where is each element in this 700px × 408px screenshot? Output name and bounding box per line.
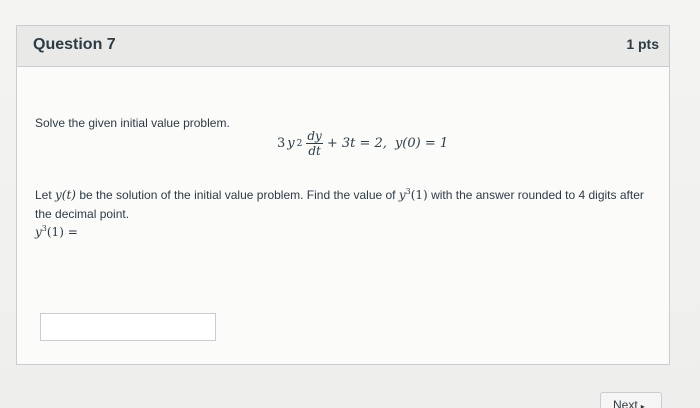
question-body: Solve the given initial value problem. 3… xyxy=(35,116,655,239)
question-instruction: Let y(t) be the solution of the initial … xyxy=(35,182,645,224)
next-button-label: Next xyxy=(613,398,638,408)
question-title: Question 7 xyxy=(33,36,116,53)
answer-label-variable: y xyxy=(35,225,42,239)
instruction-y3-variable: y xyxy=(398,188,406,202)
derivative-fraction: dy dt xyxy=(306,129,323,158)
answer-label: y3(1) = xyxy=(35,224,78,239)
next-button[interactable]: Next ▸ xyxy=(600,392,662,408)
differential-equation: 3y2 dy dt + 3t = 2, y(0) = 1 xyxy=(277,130,448,157)
equation-rest: + 3t = 2, xyxy=(326,136,387,151)
equation-coefficient: 3 xyxy=(277,136,286,151)
equation-exponent: 2 xyxy=(296,138,303,149)
question-header: Question 7 1 pts xyxy=(17,26,669,67)
instruction-part-1: Let xyxy=(35,188,56,202)
initial-condition: y(0) = 1 xyxy=(394,136,449,151)
equation-variable: y xyxy=(287,136,295,151)
instruction-function: y(t) xyxy=(55,188,76,202)
answer-label-rest: (1) = xyxy=(46,225,78,239)
question-points: 1 pts xyxy=(626,36,659,52)
next-arrow-icon: ▸ xyxy=(640,402,645,408)
fraction-denominator: dt xyxy=(308,144,321,158)
fraction-numerator: dy xyxy=(306,129,323,144)
question-card: Question 7 1 pts Solve the given initial… xyxy=(16,25,670,365)
quiz-page: Question 7 1 pts Solve the given initial… xyxy=(0,0,700,408)
question-prompt: Solve the given initial value problem. xyxy=(35,116,230,130)
answer-input[interactable] xyxy=(40,313,216,341)
instruction-y3-argument: (1) xyxy=(410,188,428,202)
instruction-part-2: be the solution of the initial value pro… xyxy=(75,188,399,202)
